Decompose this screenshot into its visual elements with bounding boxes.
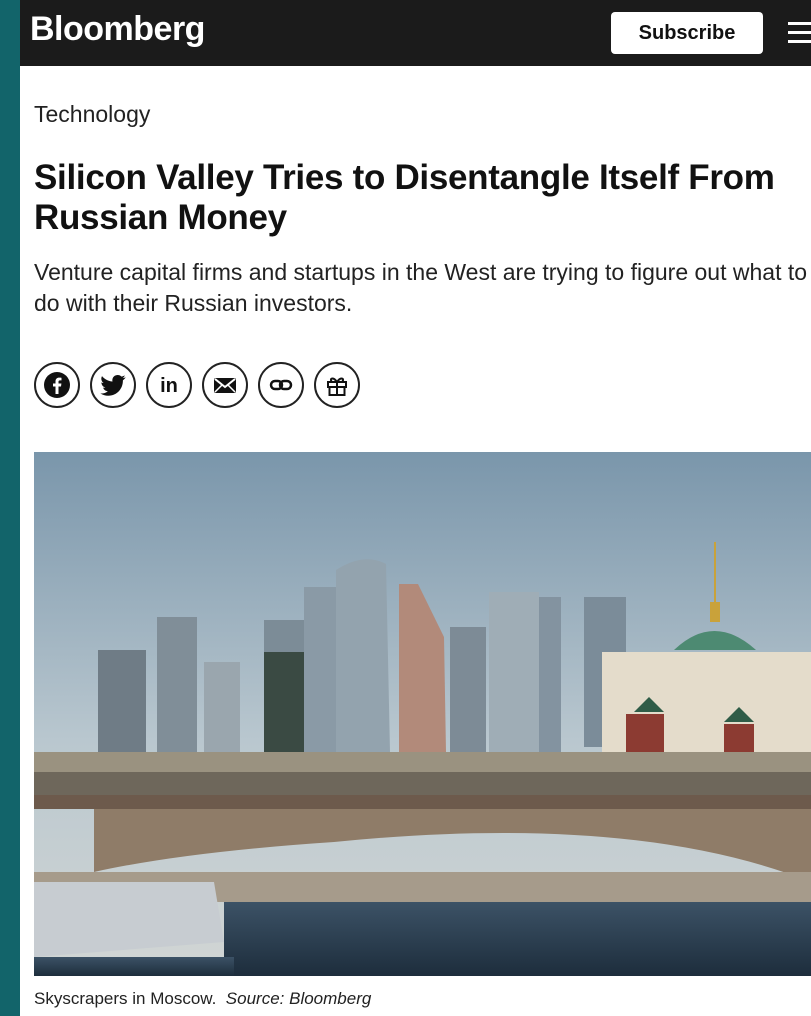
subscribe-button[interactable]: Subscribe (611, 12, 763, 54)
caption-text: Skyscrapers in Moscow. (34, 989, 217, 1008)
article-page: Bloomberg Subscribe Technology Silicon V… (20, 0, 811, 1016)
hero-photo (34, 452, 811, 976)
top-bar: Bloomberg Subscribe (20, 0, 811, 66)
article-dek: Venture capital firms and startups in th… (34, 259, 808, 316)
twitter-icon[interactable] (90, 362, 136, 408)
facebook-icon[interactable] (34, 362, 80, 408)
image-caption: Skyscrapers in Moscow. Source: Bloomberg (34, 989, 371, 1009)
gift-icon[interactable] (314, 362, 360, 408)
email-icon[interactable] (202, 362, 248, 408)
share-bar: in (34, 362, 360, 408)
hamburger-menu-icon[interactable] (788, 22, 811, 46)
link-icon[interactable] (258, 362, 304, 408)
linkedin-icon[interactable]: in (146, 362, 192, 408)
bloomberg-logo[interactable]: Bloomberg (30, 10, 205, 49)
article-headline: Silicon Valley Tries to Disentangle Itse… (34, 158, 775, 237)
section-label[interactable]: Technology (34, 101, 150, 128)
caption-source: Source: Bloomberg (225, 989, 372, 1008)
svg-text:in: in (160, 375, 178, 397)
